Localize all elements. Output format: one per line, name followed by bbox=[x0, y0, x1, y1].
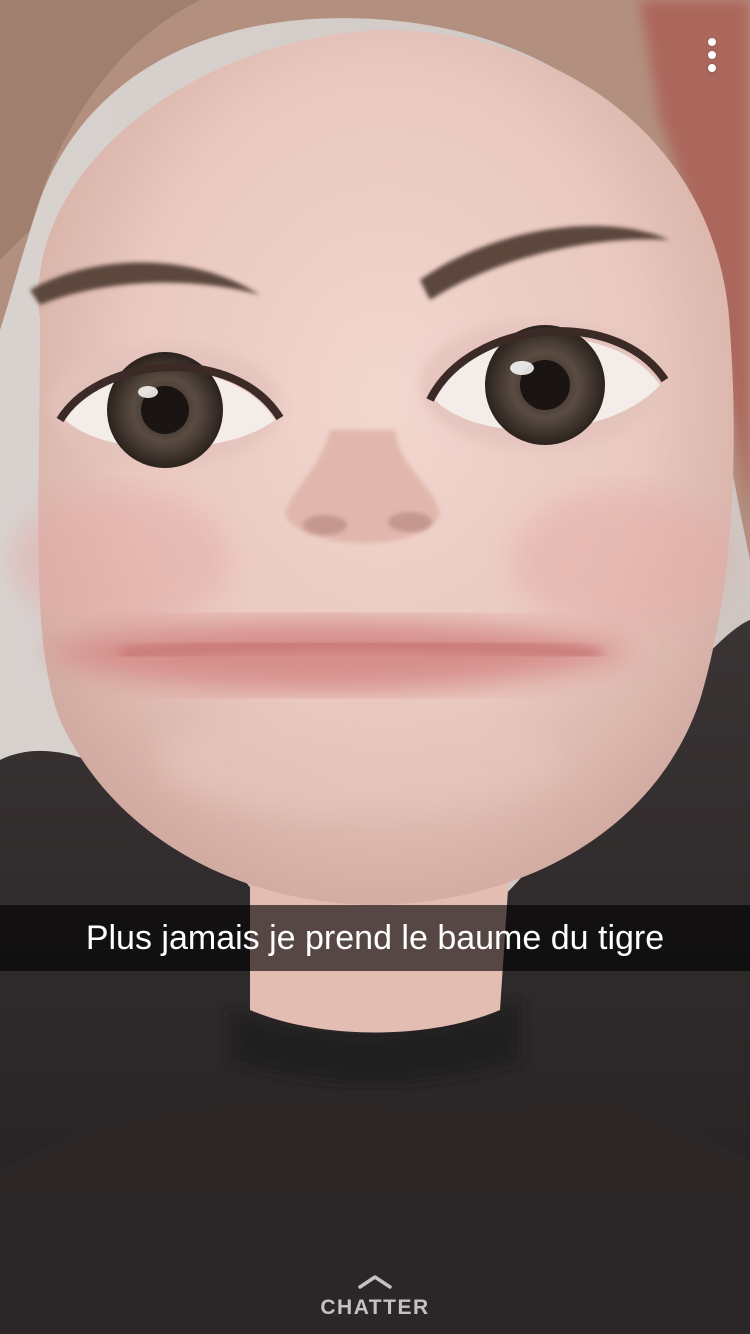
chat-label: CHATTER bbox=[320, 1296, 430, 1319]
snap-viewer[interactable]: Plus jamais je prend le baume du tigre C… bbox=[0, 0, 750, 1334]
chevron-up-icon bbox=[358, 1275, 392, 1289]
chat-swipe-button[interactable]: CHATTER bbox=[0, 1274, 750, 1320]
more-vertical-icon bbox=[708, 51, 716, 59]
more-vertical-icon bbox=[708, 64, 716, 72]
more-options-button[interactable] bbox=[698, 30, 726, 80]
snap-caption: Plus jamais je prend le baume du tigre bbox=[85, 918, 665, 957]
snap-photo bbox=[0, 0, 750, 1334]
more-vertical-icon bbox=[708, 38, 716, 46]
snap-caption-bar: Plus jamais je prend le baume du tigre bbox=[0, 905, 750, 971]
